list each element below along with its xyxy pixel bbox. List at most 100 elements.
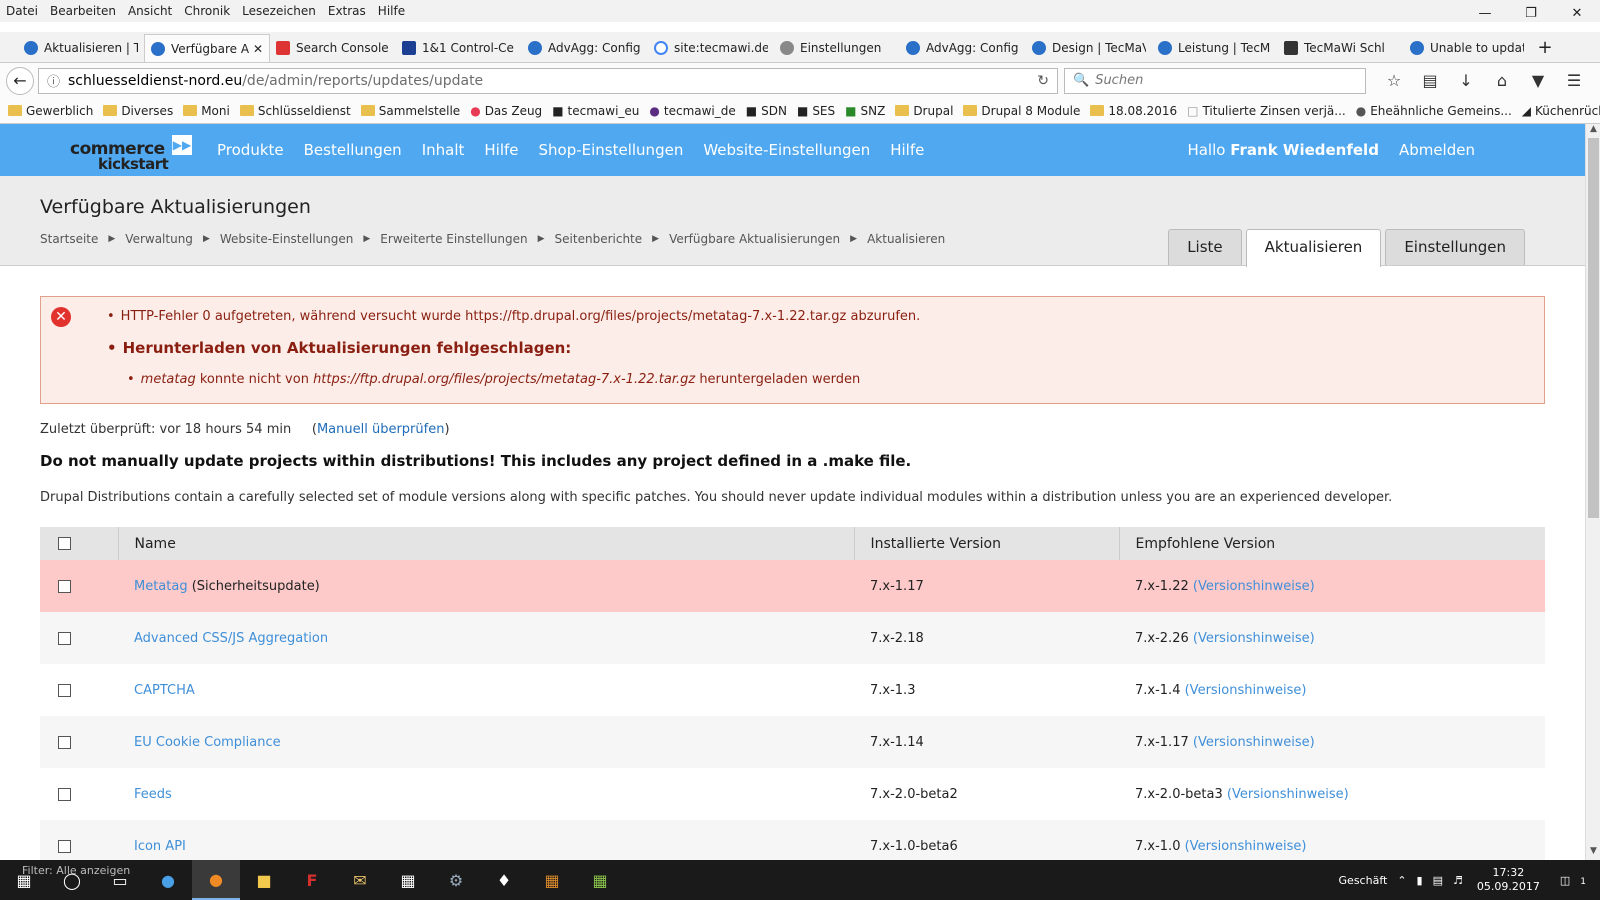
maximize-icon[interactable]: ❐ xyxy=(1508,0,1554,30)
editor-icon[interactable]: ▦ xyxy=(576,860,624,900)
nav-shop-einstellungen[interactable]: Shop-Einstellungen xyxy=(539,141,684,159)
breadcrumb-item[interactable]: Verwaltung xyxy=(125,232,193,247)
bookmark-folder[interactable]: Drupal xyxy=(895,104,953,118)
bookmark-link[interactable]: ■ SDN xyxy=(746,104,787,118)
release-notes-link[interactable]: (Versionshinweise) xyxy=(1193,631,1315,646)
browser-tab[interactable]: AdvAgg: Config xyxy=(522,34,648,62)
menu-ansicht[interactable]: Ansicht xyxy=(128,4,172,18)
browser-tab-active[interactable]: Verfügbare A ✕ xyxy=(144,34,270,62)
filezilla-icon[interactable]: F xyxy=(288,860,336,900)
nav-hilfe[interactable]: Hilfe xyxy=(484,141,518,159)
manual-check-link[interactable]: Manuell überprüfen xyxy=(317,422,445,437)
menu-chronik[interactable]: Chronik xyxy=(184,4,230,18)
bookmark-folder[interactable]: Moni xyxy=(183,104,230,118)
browser-tab[interactable]: 1&1 Control-Ce xyxy=(396,34,522,62)
breadcrumb-item[interactable]: Erweiterte Einstellungen xyxy=(380,232,527,247)
release-notes-link[interactable]: (Versionshinweise) xyxy=(1227,787,1349,802)
project-link[interactable]: CAPTCHA xyxy=(134,683,195,698)
row-checkbox[interactable] xyxy=(58,787,71,801)
bookmark-link[interactable]: ■ tecmawi_eu xyxy=(552,104,639,118)
project-link[interactable]: Advanced CSS/JS Aggregation xyxy=(134,631,328,646)
user-name-link[interactable]: Frank Wiedenfeld xyxy=(1230,141,1379,159)
nav-hilfe-2[interactable]: Hilfe xyxy=(890,141,924,159)
volume-icon[interactable]: ♬ xyxy=(1453,874,1463,887)
new-tab-icon[interactable]: + xyxy=(1530,34,1560,62)
menu-datei[interactable]: Datei xyxy=(6,4,38,18)
project-link[interactable]: Icon API xyxy=(134,839,186,854)
commerce-kickstart-logo[interactable]: commerce kickstart ▶▶ xyxy=(70,129,195,173)
bookmark-folder[interactable]: 18.08.2016 xyxy=(1090,104,1177,118)
row-checkbox[interactable] xyxy=(58,631,71,645)
nav-bestellungen[interactable]: Bestellungen xyxy=(304,141,402,159)
menu-hilfe[interactable]: Hilfe xyxy=(378,4,405,18)
scroll-up-icon[interactable]: ▲ xyxy=(1586,124,1600,138)
close-tab-icon[interactable]: ✕ xyxy=(253,42,263,56)
breadcrumb-item[interactable]: Website-Einstellungen xyxy=(220,232,354,247)
menu-bearbeiten[interactable]: Bearbeiten xyxy=(50,4,116,18)
url-bar[interactable]: ⓘ schluesseldienst-nord.eu/de/admin/repo… xyxy=(38,67,1058,94)
hamburger-menu-icon[interactable]: ☰ xyxy=(1556,71,1592,90)
tray-label[interactable]: Geschäft xyxy=(1339,874,1388,887)
row-checkbox[interactable] xyxy=(58,735,71,749)
search-input[interactable]: 🔍 Suchen xyxy=(1064,67,1366,94)
bookmark-link[interactable]: ● Das Zeug xyxy=(470,104,542,118)
bookmark-link[interactable]: ● tecmawi_de xyxy=(649,104,735,118)
browser-tab[interactable]: AdvAgg: Config xyxy=(900,34,1026,62)
menu-extras[interactable]: Extras xyxy=(328,4,366,18)
nav-produkte[interactable]: Produkte xyxy=(217,141,284,159)
vertical-scrollbar[interactable]: ▲ ▼ xyxy=(1585,124,1600,860)
tab-liste[interactable]: Liste xyxy=(1168,229,1242,265)
release-notes-link[interactable]: (Versionshinweise) xyxy=(1193,579,1315,594)
breadcrumb-item[interactable]: Seitenberichte xyxy=(555,232,643,247)
bookmark-link[interactable]: ■ SES xyxy=(797,104,835,118)
row-checkbox[interactable] xyxy=(58,839,71,853)
chevron-up-icon[interactable]: ⌃ xyxy=(1397,874,1406,887)
minimize-icon[interactable]: — xyxy=(1462,0,1508,30)
bookmark-link[interactable]: ◢Küchenrückwand nac... xyxy=(1522,104,1600,118)
browser-tab[interactable]: Leistung | TecM xyxy=(1152,34,1278,62)
firefox-icon[interactable]: ● xyxy=(192,860,240,900)
battery-icon[interactable]: ▮ xyxy=(1417,874,1423,887)
bookmark-folder[interactable]: Diverses xyxy=(103,104,173,118)
network-tool-icon[interactable]: ⚙ xyxy=(432,860,480,900)
notification-icon[interactable]: ◫ 1 xyxy=(1560,874,1586,887)
download-icon[interactable]: ↓ xyxy=(1448,71,1484,90)
browser-tab[interactable]: Aktualisieren | Te xyxy=(18,34,144,62)
clock[interactable]: 17:32 05.09.2017 xyxy=(1477,866,1540,894)
browser-tab[interactable]: TecMaWi Schl xyxy=(1278,34,1404,62)
release-notes-link[interactable]: (Versionshinweise) xyxy=(1185,839,1307,854)
browser-tab[interactable]: Design | TecMaV xyxy=(1026,34,1152,62)
info-icon[interactable]: ⓘ xyxy=(47,71,60,90)
project-link[interactable]: EU Cookie Compliance xyxy=(134,735,281,750)
mail-icon[interactable]: ✉ xyxy=(336,860,384,900)
logout-link[interactable]: Abmelden xyxy=(1399,141,1475,159)
tool-icon[interactable]: ♦ xyxy=(480,860,528,900)
browser-tab[interactable]: site:tecmawi.de xyxy=(648,34,774,62)
browser-tab[interactable]: Search Console xyxy=(270,34,396,62)
close-window-icon[interactable]: ✕ xyxy=(1554,0,1600,30)
breadcrumb-item[interactable]: Startseite xyxy=(40,232,98,247)
star-icon[interactable]: ☆ xyxy=(1376,71,1412,90)
project-link[interactable]: Feeds xyxy=(134,787,172,802)
tab-einstellungen[interactable]: Einstellungen xyxy=(1385,229,1525,265)
nav-inhalt[interactable]: Inhalt xyxy=(422,141,465,159)
release-notes-link[interactable]: (Versionshinweise) xyxy=(1193,735,1315,750)
bookmark-folder[interactable]: Drupal 8 Module xyxy=(963,104,1080,118)
project-link[interactable]: Metatag xyxy=(134,579,188,594)
scroll-thumb[interactable] xyxy=(1588,138,1599,518)
calculator-icon[interactable]: ▦ xyxy=(384,860,432,900)
bookmark-link[interactable]: □ Titulierte Zinsen verjä... xyxy=(1187,104,1346,118)
bookmark-link[interactable]: ■ SNZ xyxy=(845,104,885,118)
clipboard-icon[interactable]: ▤ xyxy=(1412,71,1448,90)
file-explorer-icon[interactable]: ■ xyxy=(240,860,288,900)
row-checkbox[interactable] xyxy=(58,683,71,697)
back-icon[interactable]: ← xyxy=(6,66,34,95)
select-all-checkbox[interactable] xyxy=(58,537,71,550)
bookmark-folder[interactable]: Sammelstelle xyxy=(360,104,460,118)
tab-aktualisieren[interactable]: Aktualisieren xyxy=(1245,229,1382,267)
scroll-down-icon[interactable]: ▼ xyxy=(1586,846,1600,860)
row-checkbox[interactable] xyxy=(58,579,71,593)
nav-website-einstellungen[interactable]: Website-Einstellungen xyxy=(703,141,870,159)
reload-icon[interactable]: ↻ xyxy=(1037,73,1049,89)
home-icon[interactable]: ⌂ xyxy=(1484,71,1520,90)
